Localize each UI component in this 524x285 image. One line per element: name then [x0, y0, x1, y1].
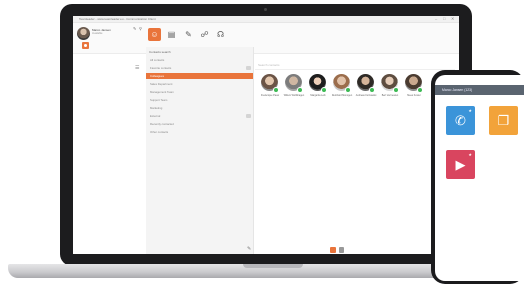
sidebar-item-marketing[interactable]: Marketing	[146, 105, 253, 111]
tab-chat[interactable]: ☊	[214, 28, 227, 41]
tab-edit[interactable]: ✎	[182, 28, 195, 41]
bell-icon[interactable]: ⚲	[139, 26, 142, 31]
sidebar: Contacts search All contacts Favorite co…	[146, 47, 254, 254]
sidebar-search[interactable]: Contacts search	[149, 50, 171, 54]
tab-directory[interactable]: ▤	[165, 28, 178, 41]
video-tile[interactable]: ▶ ★	[446, 150, 475, 179]
sidebar-item-label: External	[150, 114, 161, 118]
online-status-icon	[417, 87, 423, 93]
phone-screen: Marco Jansen (123) ✆ ★ ❐ ▶ ★	[435, 75, 524, 281]
conference-tile[interactable]: ❐	[489, 106, 518, 135]
call-tile[interactable]: ✆ ★	[446, 106, 475, 135]
phone-title: Marco Jansen (123)	[442, 88, 473, 92]
bottom-bar: ✎	[247, 246, 459, 254]
sidebar-item-external[interactable]: External	[146, 113, 253, 119]
online-status-icon	[345, 87, 351, 93]
expand-icon[interactable]	[246, 66, 251, 70]
user-status[interactable]: Available	[92, 32, 102, 35]
content-search-bar[interactable]: Search contacts	[255, 62, 455, 70]
edit-icon[interactable]: ✎	[247, 246, 251, 252]
user-avatar[interactable]	[77, 27, 90, 40]
online-status-icon	[297, 87, 303, 93]
star-icon: ★	[468, 152, 472, 157]
laptop-lid: Teamleader - www.teamleader.eu - Communi…	[60, 4, 472, 266]
phone-header: Marco Jansen (123)	[435, 85, 524, 95]
phone: Marco Jansen (123) ✆ ★ ❐ ▶ ★	[431, 70, 524, 284]
laptop-notch	[243, 264, 303, 268]
window-title: Teamleader - www.teamleader.eu - Communi…	[79, 17, 156, 21]
top-bar: Marco Jansen Available ✎ ⚲ ☺ ▤ ✎ ☍ ☊	[73, 23, 459, 54]
search-input[interactable]: Search contacts	[258, 63, 280, 67]
sidebar-item-label: Marketing	[150, 106, 163, 110]
contacts-icon: ☺	[150, 30, 159, 39]
edit-icon: ✎	[185, 30, 192, 39]
tab-voicemail[interactable]: ☍	[198, 28, 211, 41]
online-status-icon	[273, 87, 279, 93]
sidebar-item-sales[interactable]: Sales Department	[146, 81, 253, 87]
contact-card[interactable]: Andreas Kurzawski	[356, 74, 376, 106]
sidebar-item-label: Support Team	[150, 98, 168, 102]
sidebar-item-all-contacts[interactable]: All contacts	[146, 57, 253, 63]
chat-icon: ☊	[216, 30, 225, 39]
title-bar: Teamleader - www.teamleader.eu - Communi…	[73, 16, 459, 23]
sidebar-item-other[interactable]: Other contacts	[146, 129, 253, 135]
contact-card[interactable]: Reinhard Monogen	[332, 74, 352, 106]
star-icon: ★	[468, 108, 472, 113]
sidebar-item-label: Management Team	[150, 90, 174, 94]
contact-card[interactable]: Bert Vermeulen	[380, 74, 400, 106]
sidebar-item-favorites[interactable]: Favorite contacts	[146, 65, 253, 71]
sidebar-item-recent[interactable]: Recently contacted	[146, 121, 253, 127]
sidebar-item-label: Other contacts	[150, 130, 169, 134]
camera	[264, 8, 267, 11]
sidebar-item-label: Sales Department	[150, 82, 173, 86]
list-view-icon[interactable]	[339, 247, 344, 253]
contact-card[interactable]: Mees Koster	[404, 74, 424, 106]
list-icon[interactable]: ☰	[135, 65, 139, 71]
sidebar-item-support[interactable]: Support Team	[146, 97, 253, 103]
sidebar-item-label: Colleagues	[150, 74, 164, 78]
presence-icon[interactable]	[82, 42, 89, 49]
contact-card[interactable]: Frederique Pauw	[260, 74, 280, 106]
online-status-icon	[393, 87, 399, 93]
minimize-button[interactable]: –	[435, 16, 437, 22]
expand-icon[interactable]	[246, 114, 251, 118]
contact-name: Mees Koster	[407, 94, 421, 97]
conference-icon: ❐	[497, 113, 510, 128]
pin-icon[interactable]: ✎	[133, 26, 136, 31]
sidebar-item-colleagues[interactable]: Colleagues	[146, 73, 253, 79]
sidebar-item-label: All contacts	[150, 58, 165, 62]
sidebar-item-management[interactable]: Management Team	[146, 89, 253, 95]
laptop-screen: Teamleader - www.teamleader.eu - Communi…	[73, 16, 459, 254]
sidebar-item-label: Recently contacted	[150, 122, 174, 126]
contact-card[interactable]: Willem Wolfshagen	[284, 74, 304, 106]
contact-card[interactable]: Margarita Leib	[308, 74, 328, 106]
tab-contacts[interactable]: ☺	[148, 28, 161, 41]
voicemail-icon: ☍	[200, 30, 209, 39]
maximize-button[interactable]: □	[443, 16, 445, 22]
grid-view-icon[interactable]	[330, 247, 336, 253]
directory-icon: ▤	[167, 30, 176, 39]
close-button[interactable]: ✕	[451, 16, 454, 22]
sidebar-item-label: Favorite contacts	[150, 66, 172, 70]
online-status-icon	[369, 87, 375, 93]
online-status-icon	[321, 87, 327, 93]
